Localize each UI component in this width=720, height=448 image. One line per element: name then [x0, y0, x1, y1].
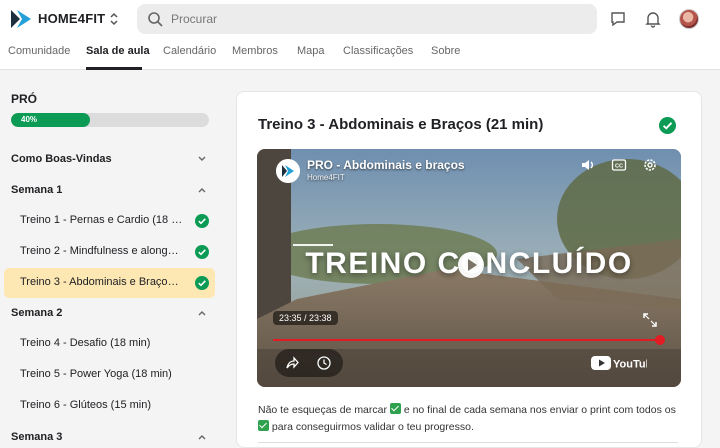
lesson-item[interactable]: Treino 4 - Desafio (18 min): [4, 329, 215, 359]
chevron-updown-icon[interactable]: [108, 11, 120, 27]
fullscreen-icon[interactable]: [643, 313, 657, 327]
chevron-down-icon[interactable]: [197, 154, 207, 164]
tab-comunidade[interactable]: Comunidade: [8, 45, 70, 57]
lesson-label: Treino 2 - Mindfulness e alongamento: [20, 245, 184, 257]
search-icon: [148, 12, 163, 27]
section-title-boas-vindas[interactable]: Como Boas-Vindas: [11, 153, 112, 165]
lesson-label: Treino 3 - Abdominais e Braços (21 min): [20, 276, 184, 288]
volume-icon[interactable]: [580, 157, 596, 173]
settings-gear-icon[interactable]: [642, 157, 658, 173]
svg-text:CC: CC: [615, 164, 623, 170]
note-text-1: Não te esqueças de marcar: [258, 404, 387, 416]
check-circle-icon: [195, 276, 209, 290]
play-icon[interactable]: [458, 252, 484, 278]
lesson-item[interactable]: Treino 6 - Glúteos (15 min): [4, 391, 215, 421]
lesson-item[interactable]: Treino 5 - Power Yoga (18 min): [4, 360, 215, 390]
search-placeholder: Procurar: [171, 12, 218, 26]
overlay-decoration-line: [293, 244, 333, 246]
check-emoji-icon: [389, 403, 401, 414]
watch-later-clock-icon[interactable]: [317, 356, 331, 370]
check-circle-icon: [195, 245, 209, 259]
lesson-label: Treino 5 - Power Yoga (18 min): [20, 368, 172, 380]
captions-icon[interactable]: CC: [611, 157, 627, 173]
note-text-3: para conseguirmos validar o teu progress…: [271, 421, 474, 433]
chat-icon[interactable]: [609, 10, 627, 28]
tab-calendario[interactable]: Calendário: [163, 45, 216, 57]
divider: [258, 442, 678, 443]
lesson-item[interactable]: Treino 2 - Mindfulness e alongamento: [4, 237, 215, 267]
home4fit-logo-icon[interactable]: [11, 10, 31, 28]
youtube-logo-icon[interactable]: YouTube: [591, 355, 647, 371]
video-channel[interactable]: Home4FIT: [307, 173, 345, 182]
video-controls-pill: [275, 349, 343, 377]
lesson-note: Não te esqueças de marcar e no final de …: [258, 402, 678, 436]
chevron-up-icon[interactable]: [197, 432, 207, 442]
lesson-title: Treino 3 - Abdominais e Braços (21 min): [258, 116, 544, 133]
tab-sobre[interactable]: Sobre: [431, 45, 460, 57]
video-player[interactable]: PRO - Abdominais e braços Home4FIT CC TR…: [257, 149, 681, 387]
check-circle-icon: [195, 214, 209, 228]
lesson-label: Treino 4 - Desafio (18 min): [20, 337, 151, 349]
section-title-semana-1[interactable]: Semana 1: [11, 184, 62, 196]
channel-avatar-icon[interactable]: [276, 159, 300, 183]
avatar[interactable]: [679, 9, 699, 29]
search-input[interactable]: Procurar: [137, 4, 597, 34]
top-bar: HOME4FIT Procurar: [0, 0, 720, 40]
section-title-semana-3[interactable]: Semana 3: [11, 431, 62, 443]
lesson-item-active[interactable]: Treino 3 - Abdominais e Braços (21 min): [4, 268, 215, 298]
check-circle-icon[interactable]: [659, 117, 676, 134]
nav-tabs: Comunidade Sala de aula Calendário Membr…: [0, 40, 720, 70]
course-title: PRÓ: [11, 92, 38, 106]
lesson-item[interactable]: Treino 1 - Pernas e Cardio (18 min): [4, 206, 215, 236]
progress-text: 40%: [21, 115, 38, 124]
section-title-semana-2[interactable]: Semana 2: [11, 307, 62, 319]
note-text-2: e no final de cada semana nos enviar o p…: [403, 404, 676, 416]
tab-classificacoes[interactable]: Classificações: [343, 45, 413, 57]
lesson-label: Treino 6 - Glúteos (15 min): [20, 399, 152, 411]
active-tab-indicator: [86, 67, 142, 70]
seek-progress: [273, 339, 661, 341]
bell-icon[interactable]: [644, 10, 662, 28]
lesson-card: Treino 3 - Abdominais e Braços (21 min): [236, 91, 702, 448]
brand-name[interactable]: HOME4FIT: [38, 11, 105, 26]
tab-mapa[interactable]: Mapa: [297, 45, 325, 57]
chevron-up-icon[interactable]: [197, 308, 207, 318]
share-icon[interactable]: [285, 356, 299, 370]
tab-membros[interactable]: Membros: [232, 45, 278, 57]
tab-sala-de-aula[interactable]: Sala de aula: [86, 45, 150, 57]
video-title[interactable]: PRO - Abdominais e braços: [307, 158, 465, 172]
check-emoji-icon: [258, 420, 269, 431]
video-seek-bar[interactable]: [273, 335, 666, 345]
chevron-up-icon[interactable]: [197, 185, 207, 195]
course-progress-bar: 40%: [11, 113, 209, 127]
course-sidebar: PRÓ 40% Como Boas-Vindas Semana 1 Treino…: [0, 71, 225, 448]
video-time: 23:35 / 23:38: [273, 311, 338, 325]
youtube-wordmark: YouTube: [613, 359, 647, 371]
lesson-label: Treino 1 - Pernas e Cardio (18 min): [20, 214, 184, 226]
